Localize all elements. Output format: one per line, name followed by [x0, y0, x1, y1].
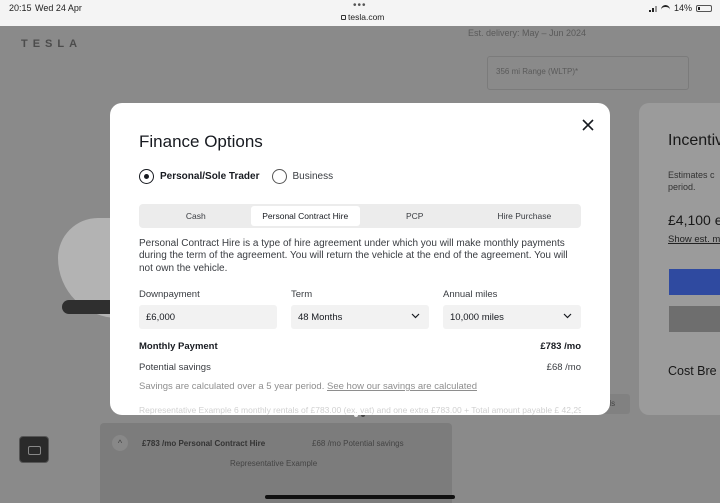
incentives-title: Incentiv [668, 132, 720, 149]
savings-calculation-link[interactable]: See how our savings are calculated [327, 381, 477, 392]
summary-payment: £783 /mo Personal Contract Hire [142, 439, 266, 448]
incentives-amount: £4,100 e [668, 212, 720, 228]
cellular-signal-icon [648, 5, 657, 12]
incentives-primary-option [669, 269, 720, 295]
incentives-panel: Incentiv Estimates c period. £4,100 e Sh… [639, 103, 720, 415]
expand-icon: ^ [112, 435, 128, 451]
savings-note: Savings are calculated over a 5 year per… [139, 381, 477, 392]
incentives-estimate-text: Estimates c period. [668, 169, 715, 193]
battery-percent: 14% [673, 3, 692, 13]
finance-type-tabs: Cash Personal Contract Hire PCP Hire Pur… [139, 204, 581, 228]
range-option-card: 356 mi Range (WLTP)* [487, 56, 689, 90]
representative-example: Representative Example 6 monthly rentals… [139, 405, 581, 415]
battery-icon [696, 4, 712, 12]
annual-miles-select[interactable]: 10,000 miles [443, 305, 581, 329]
radio-selected-icon [139, 169, 154, 184]
tab-hire-purchase[interactable]: Hire Purchase [470, 206, 580, 226]
downpayment-field[interactable] [139, 305, 277, 329]
payment-summary-bar: ^ £783 /mo Personal Contract Hire £68 /m… [100, 423, 452, 503]
potential-savings-label: Potential savings [139, 362, 211, 373]
tab-personal-contract-hire[interactable]: Personal Contract Hire [250, 206, 360, 226]
close-icon [582, 119, 594, 131]
status-bar: 20:15 Wed 24 Apr ••• tesla.com 14% [0, 0, 720, 26]
range-text: 356 mi Range (WLTP)* [496, 67, 579, 76]
chat-button [19, 436, 49, 463]
savings-note-text: Savings are calculated over a 5 year per… [139, 381, 325, 392]
radio-business[interactable]: Business [271, 169, 334, 184]
chevron-down-icon [411, 313, 420, 319]
summary-representative: Representative Example [230, 459, 318, 468]
wifi-icon [660, 4, 670, 12]
cost-breakdown-heading: Cost Bre [668, 364, 717, 378]
incentives-secondary-option [669, 306, 720, 332]
term-value: 48 Months [298, 312, 343, 323]
status-indicators: 14% [648, 3, 712, 13]
modal-title: Finance Options [139, 132, 263, 151]
term-select[interactable]: 48 Months [291, 305, 429, 329]
monthly-payment-row: Monthly Payment £783 /mo [139, 341, 581, 352]
downpayment-input[interactable] [146, 312, 266, 323]
downpayment-label: Downpayment [139, 289, 200, 300]
term-label: Term [291, 289, 313, 300]
tesla-logo: TESLA [21, 38, 83, 50]
battery-fill [698, 6, 700, 10]
customer-type-selector: Personal/Sole Trader Business [139, 169, 333, 184]
potential-savings-value: £68 /mo [546, 362, 581, 373]
address-bar[interactable]: tesla.com [341, 12, 384, 22]
tab-cash[interactable]: Cash [141, 206, 251, 226]
radio-personal-sole-trader[interactable]: Personal/Sole Trader [139, 169, 260, 184]
monthly-payment-value: £783 /mo [540, 341, 581, 352]
finance-description: Personal Contract Hire is a type of hire… [139, 238, 568, 274]
radio-label: Personal/Sole Trader [160, 171, 260, 182]
finance-options-modal: Finance Options Personal/Sole Trader Bus… [110, 103, 610, 415]
annual-miles-value: 10,000 miles [450, 312, 504, 323]
monthly-payment-label: Monthly Payment [139, 341, 218, 352]
chat-icon [28, 446, 41, 455]
potential-savings-row: Potential savings £68 /mo [139, 362, 581, 373]
url-text: tesla.com [348, 12, 385, 22]
status-date: Wed 24 Apr [35, 3, 82, 13]
browser-menu-dots-icon[interactable]: ••• [353, 0, 367, 11]
tab-pcp[interactable]: PCP [360, 206, 470, 226]
incentives-estimate-line: period. [668, 182, 696, 192]
home-indicator [265, 495, 455, 499]
chevron-down-icon [563, 313, 572, 319]
delivery-estimate: Est. delivery: May – Jun 2024 [468, 28, 587, 38]
annual-miles-label: Annual miles [443, 289, 498, 300]
radio-label: Business [292, 171, 334, 182]
incentives-estimate-line: Estimates c [668, 170, 715, 180]
lock-icon [341, 15, 346, 20]
show-estimate-link: Show est. m [668, 234, 720, 245]
status-time: 20:15 [9, 3, 32, 13]
summary-savings: £68 /mo Potential savings [312, 439, 404, 448]
close-button[interactable] [580, 117, 596, 133]
radio-unselected-icon [271, 169, 287, 184]
